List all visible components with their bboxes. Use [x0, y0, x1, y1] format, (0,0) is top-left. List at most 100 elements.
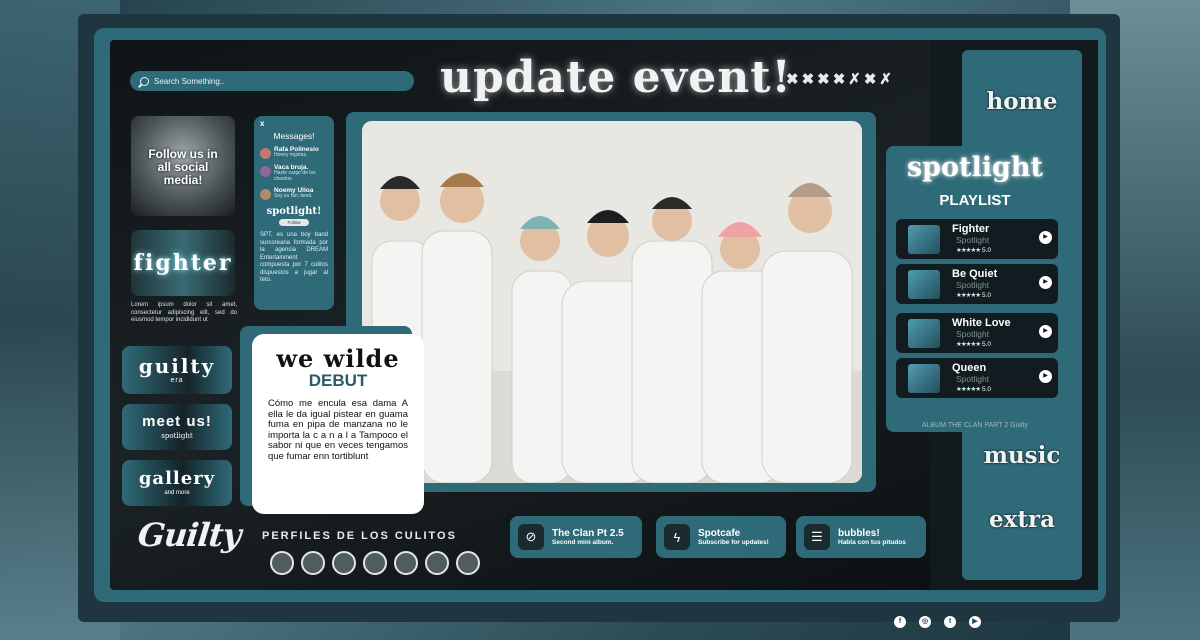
play-icon[interactable]: ▶	[1039, 325, 1052, 338]
album-cover	[908, 364, 940, 393]
message-item[interactable]: Vaca bruja. Hazte cargo de los cheetos.	[260, 164, 328, 182]
playlist-title: spotlight	[906, 152, 1044, 183]
star-icon: ★★★★★	[956, 292, 981, 299]
album-cover	[908, 270, 940, 299]
title-decoration: ✖✖✖✖✗✖✗	[786, 70, 895, 88]
song-row[interactable]: White Love Spotlight ★★★★★ 5.0 ▶	[896, 313, 1058, 353]
pill-sub: Second mini album.	[552, 539, 614, 546]
playlist-footer: ALBUM THE CLAN PART 2 Guilty	[921, 422, 1029, 429]
song-artist: Spotlight	[956, 374, 990, 384]
close-icon[interactable]: x	[260, 119, 264, 128]
debut-subtitle: DEBUT	[308, 371, 368, 390]
disc-icon: ⊘	[518, 524, 544, 550]
song-rating: ★★★★★ 5.0	[956, 385, 991, 393]
message-text: Hazte cargo de los cheetos.	[274, 170, 316, 182]
star-icon: ★★★★★	[956, 247, 981, 254]
the-clan-link[interactable]: ⊘ The Clan Pt 2.5 Second mini album.	[510, 516, 642, 558]
message-item[interactable]: Rafa Polinesio Honey mgstas.	[260, 146, 328, 159]
profile-avatar[interactable]	[456, 551, 480, 575]
lorem-text: Lorem ipsum dolor sit amet, consectetur …	[131, 302, 237, 323]
debut-body: Cómo me encula esa dama A ella le da igu…	[268, 398, 408, 462]
debut-card: we wilde DEBUT Cómo me encula esa dama A…	[252, 334, 424, 514]
song-title: Queen	[952, 362, 987, 374]
rating-value: 5.0	[981, 292, 991, 299]
profile-avatar[interactable]	[301, 551, 325, 575]
chat-icon: ☰	[804, 524, 830, 550]
message-text: Soy su fan, besit.	[274, 193, 313, 199]
star-icon: ★★★★★	[956, 386, 981, 393]
pill-sub: Subscribe for updates!	[698, 539, 769, 546]
profile-avatar[interactable]	[332, 551, 356, 575]
guilty-era-button[interactable]: guilty era	[122, 346, 232, 394]
debut-title: we wilde	[276, 344, 400, 373]
song-rating: ★★★★★ 5.0	[956, 291, 991, 299]
song-row[interactable]: Be Quiet Spotlight ★★★★★ 5.0 ▶	[896, 264, 1058, 304]
star-icon: ★★★★★	[956, 341, 981, 348]
twitter-icon[interactable]: t	[944, 616, 956, 628]
song-row[interactable]: Fighter Spotlight ★★★★★ 5.0 ▶	[896, 219, 1058, 259]
bubbles-link[interactable]: ☰ bubbles! Habla con tus pitudos	[796, 516, 926, 558]
nav-home[interactable]: home	[962, 88, 1082, 115]
pill-title: bubbles!	[838, 528, 880, 539]
social-links: f ◎ t ▶	[894, 616, 981, 628]
pill-sub: Habla con tus pitudos	[838, 539, 906, 546]
group-photo-illustration	[362, 121, 862, 483]
guilty-era-title: guilty	[138, 354, 216, 378]
gallery-sub: and more	[164, 490, 190, 496]
search-input[interactable]: Search Something..	[130, 71, 414, 91]
play-icon[interactable]: ▶	[1039, 231, 1052, 244]
pill-title: Spotcafe	[698, 528, 741, 539]
lightning-icon: ϟ	[664, 524, 690, 550]
meet-us-sub: spotlight	[161, 432, 193, 440]
spotcafe-link[interactable]: ϟ Spotcafe Subscribe for updates!	[656, 516, 786, 558]
search-icon	[140, 76, 149, 86]
facebook-icon[interactable]: f	[894, 616, 906, 628]
play-icon[interactable]: ▶	[1039, 370, 1052, 383]
group-description: SPT, es una boy band surcoreana formada …	[260, 232, 328, 283]
album-cover	[908, 225, 940, 254]
play-icon[interactable]: ▶	[1039, 276, 1052, 289]
song-title: Be Quiet	[952, 268, 998, 280]
follow-social-tile[interactable]: Follow us in all social media!	[131, 116, 235, 216]
song-title: White Love	[952, 317, 1011, 329]
song-artist: Spotlight	[956, 235, 990, 245]
group-name: spotlight!	[266, 206, 322, 217]
fighter-label: fighter	[133, 250, 233, 276]
playlist-subtitle: PLAYLIST	[939, 192, 1011, 209]
profiles-list	[270, 551, 480, 575]
nav-music[interactable]: music	[962, 442, 1082, 469]
meet-us-button[interactable]: meet us! spotlight	[122, 404, 232, 450]
guilty-logo: Guilty	[136, 516, 243, 554]
messages-panel: x Messages! Rafa Polinesio Honey mgstas.…	[254, 116, 334, 310]
page-title: update event!	[440, 52, 792, 103]
profile-avatar[interactable]	[394, 551, 418, 575]
rating-value: 5.0	[981, 386, 991, 393]
song-rating: ★★★★★ 5.0	[956, 340, 991, 348]
gallery-button[interactable]: gallery and more	[122, 460, 232, 506]
profile-avatar[interactable]	[425, 551, 449, 575]
avatar	[260, 148, 271, 159]
song-title: Fighter	[952, 223, 990, 235]
album-cover	[908, 319, 940, 348]
message-item[interactable]: Noemy Ulloa Soy su fan, besit.	[260, 187, 328, 200]
message-text: Honey mgstas.	[274, 152, 308, 158]
nav-extra[interactable]: extra	[962, 506, 1082, 533]
rating-value: 5.0	[981, 341, 991, 348]
song-rating: ★★★★★ 5.0	[956, 246, 991, 254]
pill-title: The Clan Pt 2.5	[552, 528, 624, 539]
rating-value: 5.0	[981, 247, 991, 254]
avatar	[260, 189, 271, 200]
follow-button[interactable]: Follow	[279, 219, 309, 226]
messages-title: Messages!	[273, 131, 315, 141]
profile-avatar[interactable]	[363, 551, 387, 575]
youtube-icon[interactable]: ▶	[969, 616, 981, 628]
fighter-tile[interactable]: fighter	[131, 230, 235, 296]
gallery-title: gallery	[138, 468, 216, 489]
song-artist: Spotlight	[956, 280, 990, 290]
group-photo	[362, 121, 862, 483]
profile-avatar[interactable]	[270, 551, 294, 575]
search-placeholder: Search Something..	[154, 76, 225, 86]
instagram-icon[interactable]: ◎	[919, 616, 931, 628]
profiles-title: PERFILES DE LOS CULITOS	[262, 530, 457, 542]
song-row[interactable]: Queen Spotlight ★★★★★ 5.0 ▶	[896, 358, 1058, 398]
